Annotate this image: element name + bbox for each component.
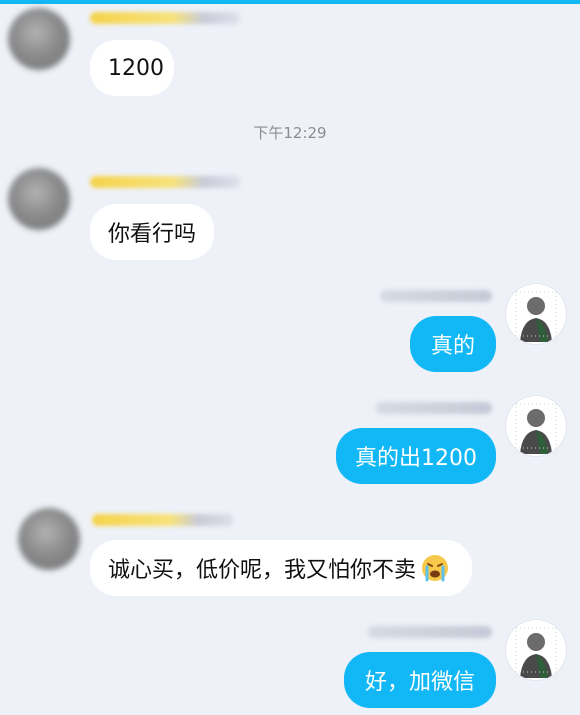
message-bubble-outgoing[interactable]: 好，加微信 <box>344 652 496 708</box>
top-accent-bar <box>0 0 580 4</box>
contact-avatar[interactable] <box>8 168 70 230</box>
contact-avatar[interactable] <box>8 8 70 70</box>
person-illustration-icon <box>515 627 557 678</box>
self-nickname <box>368 626 492 638</box>
message-text: 真的 <box>430 334 475 359</box>
person-illustration-icon <box>515 291 557 342</box>
contact-nickname <box>90 12 240 24</box>
message-text: 好，加微信 <box>364 670 475 695</box>
self-avatar[interactable] <box>506 396 566 456</box>
self-avatar[interactable] <box>506 284 566 344</box>
self-nickname <box>380 290 492 302</box>
message-text: 1200 <box>108 55 164 81</box>
person-illustration-icon <box>515 403 557 454</box>
message-bubble-incoming[interactable]: 你看行吗 <box>90 204 214 260</box>
message-bubble-incoming[interactable]: 1200 <box>90 40 174 96</box>
message-text: 诚心买，低价呢，我又怕你不卖 <box>108 558 417 583</box>
message-text: 你看行吗 <box>108 222 197 247</box>
message-bubble-incoming[interactable]: 诚心买，低价呢，我又怕你不卖 <box>90 540 472 596</box>
message-timestamp: 下午12:29 <box>253 124 327 142</box>
self-nickname <box>376 402 492 414</box>
self-avatar[interactable] <box>506 620 566 680</box>
contact-avatar[interactable] <box>18 508 80 570</box>
contact-nickname <box>90 176 240 188</box>
message-bubble-outgoing[interactable]: 真的出1200 <box>336 428 496 484</box>
message-text: 真的出1200 <box>355 446 477 471</box>
crying-face-emoji-icon <box>422 555 449 582</box>
contact-nickname <box>92 514 234 526</box>
message-bubble-outgoing[interactable]: 真的 <box>410 316 496 372</box>
